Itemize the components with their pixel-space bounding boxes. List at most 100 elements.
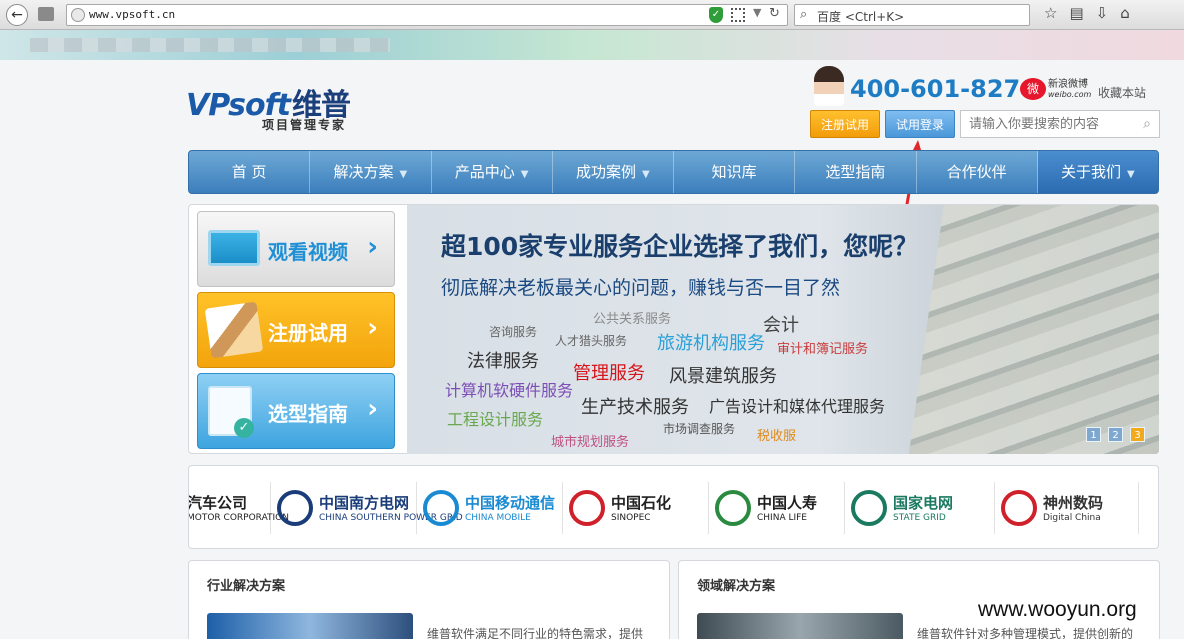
document-check-icon xyxy=(208,386,254,438)
nav-item-label: 产品中心 xyxy=(454,163,515,181)
chevron-down-icon[interactable]: ▼ xyxy=(753,6,761,19)
search-icon[interactable]: ⌕ xyxy=(1143,116,1151,132)
register-trial-side-button[interactable]: 注册试用 › xyxy=(197,292,395,368)
partner-name: 国家电网 xyxy=(893,494,954,512)
domain-thumbnail[interactable] xyxy=(697,613,903,639)
partner-logo-4[interactable]: 中国人寿 CHINA LIFE xyxy=(709,482,845,534)
partner-emblem-icon xyxy=(569,490,605,526)
partner-logo-0[interactable]: 汽车公司 MOTOR CORPORATION xyxy=(189,482,289,534)
selection-guide-button[interactable]: 选型指南 › xyxy=(197,373,395,449)
service-tag: 广告设计和媒体代理服务 xyxy=(709,397,886,416)
partner-logo-5[interactable]: 国家电网 STATE GRID xyxy=(845,482,995,534)
service-tag: 公共关系服务 xyxy=(593,312,672,327)
partner-name: 中国人寿 xyxy=(757,494,818,512)
register-trial-button[interactable]: 注册试用 xyxy=(810,110,880,138)
reload-icon[interactable]: ↻ xyxy=(769,6,780,21)
service-tag: 生产技术服务 xyxy=(581,397,689,418)
partner-logo-6[interactable]: 神州数码 Digital China xyxy=(995,482,1139,534)
partner-emblem-icon xyxy=(277,490,313,526)
chevron-down-icon: ▼ xyxy=(399,169,408,180)
service-tag: 人才猎头服务 xyxy=(555,334,628,348)
favorite-link[interactable]: 收藏本站 xyxy=(1098,84,1146,101)
partner-logo-2[interactable]: 中国移动通信 CHINA MOBILE xyxy=(417,482,563,534)
site-search: ⌕ xyxy=(960,110,1160,138)
home-icon[interactable]: ⌂ xyxy=(1120,4,1142,22)
browser-search-box[interactable]: ⌕ 百度 <Ctrl+K> xyxy=(794,4,1030,26)
chevron-down-icon: ▼ xyxy=(520,169,529,180)
shield-icon[interactable]: ✓ xyxy=(709,7,723,23)
industry-solutions-text: 维普软件满足不同行业的特色需求，提供 xyxy=(427,627,644,639)
slide-pager-dot[interactable]: 1 xyxy=(1086,427,1101,442)
service-tag: 管理服务 xyxy=(573,363,645,384)
domain-solutions-title[interactable]: 领域解决方案 xyxy=(697,575,775,594)
partner-logo-1[interactable]: 中国南方电网 CHINA SOUTHERN POWER GRID xyxy=(271,482,463,534)
watch-video-label: 观看视频 xyxy=(268,240,348,264)
chevron-right-icon: › xyxy=(367,313,378,343)
browser-toolbar: ← www.vpsoft.cn ✓ ▼ ↻ ⌕ 百度 <Ctrl+K> ☆▤⇩⌂ xyxy=(0,0,1184,30)
address-bar[interactable]: www.vpsoft.cn ✓ ▼ ↻ xyxy=(66,4,788,26)
hero-slide[interactable]: 超100家专业服务企业选择了我们，您呢？ 彻底解决老板最关心的问题，赚钱与否一目… xyxy=(407,205,1159,454)
partner-name: 中国南方电网 xyxy=(319,494,410,512)
partner-name-en: CHINA LIFE xyxy=(757,513,807,523)
toolbar-icons: ☆▤⇩⌂ xyxy=(1044,4,1142,22)
weibo-link[interactable]: 新浪微博 weibo.com xyxy=(1048,80,1091,100)
watermark-text: www.wooyun.org xyxy=(978,598,1137,621)
tab-group-icon[interactable] xyxy=(38,7,54,21)
nav-item-7[interactable]: 关于我们 ▼ xyxy=(1037,151,1158,193)
slide-pager-dot[interactable]: 3 xyxy=(1130,427,1145,442)
partner-emblem-icon xyxy=(851,490,887,526)
partner-name-en: SINOPEC xyxy=(611,513,651,523)
selection-guide-label: 选型指南 xyxy=(268,402,348,426)
hotline-number: 400-601-8276 xyxy=(850,75,1037,103)
browser-search-placeholder: 百度 <Ctrl+K> xyxy=(817,10,905,24)
nav-item-4[interactable]: 知识库 xyxy=(674,151,796,193)
partner-name-en: Digital China xyxy=(1043,513,1101,523)
hero-section: 观看视频 › 注册试用 › 选型指南 › 超100家专业服务企业选择了我们，您呢… xyxy=(188,204,1159,454)
register-trial-label: 注册试用 xyxy=(268,321,348,345)
qr-code-icon[interactable] xyxy=(731,8,745,22)
pencil-icon xyxy=(204,301,264,359)
industry-thumbnail[interactable] xyxy=(207,613,413,639)
partner-logo-3[interactable]: 中国石化 SINOPEC xyxy=(563,482,709,534)
url-text: www.vpsoft.cn xyxy=(89,8,176,21)
nav-item-1[interactable]: 解决方案 ▼ xyxy=(310,151,432,193)
site-search-input[interactable] xyxy=(969,112,1139,136)
support-avatar xyxy=(814,66,844,106)
service-tag: 市场调查服务 xyxy=(663,422,736,436)
download-icon[interactable]: ⇩ xyxy=(1096,4,1121,22)
chevron-down-icon: ▼ xyxy=(642,169,650,180)
slide-pager: 123 xyxy=(1079,423,1145,442)
back-arrow-icon[interactable]: ← xyxy=(6,4,28,26)
globe-icon xyxy=(71,8,85,22)
service-tag: 审计和簿记服务 xyxy=(777,342,869,357)
nav-item-6[interactable]: 合作伙伴 xyxy=(917,151,1038,193)
partner-name: 神州数码 xyxy=(1043,494,1104,512)
bookmark-bar xyxy=(0,30,1184,60)
industry-solutions-title[interactable]: 行业解决方案 xyxy=(207,575,285,594)
slide-pager-dot[interactable]: 2 xyxy=(1108,427,1123,442)
nav-item-0[interactable]: 首 页 xyxy=(189,151,311,193)
partner-emblem-icon xyxy=(1001,490,1037,526)
service-tag: 法律服务 xyxy=(467,351,539,372)
reader-icon[interactable]: ▤ xyxy=(1069,4,1095,22)
watch-video-button[interactable]: 观看视频 › xyxy=(197,211,395,287)
nav-item-2[interactable]: 产品中心 ▼ xyxy=(432,151,553,193)
banknotes-image xyxy=(908,205,1159,454)
partner-name-en: STATE GRID xyxy=(893,513,946,523)
nav-item-3[interactable]: 成功案例 ▼ xyxy=(553,151,674,193)
partner-emblem-icon xyxy=(715,490,751,526)
nav-item-label: 选型指南 xyxy=(825,163,886,181)
trial-login-button[interactable]: 试用登录 xyxy=(885,110,955,138)
partner-name: 中国移动通信 xyxy=(465,494,556,512)
service-tag: 城市规划服务 xyxy=(551,435,630,450)
star-icon[interactable]: ☆ xyxy=(1044,4,1069,22)
site-logo[interactable]: VPsoft维普 项目管理专家 xyxy=(186,80,351,132)
nav-item-label: 首 页 xyxy=(231,163,267,181)
chevron-right-icon: › xyxy=(367,394,378,424)
weibo-icon[interactable]: 微 xyxy=(1020,78,1046,100)
service-tag: 税收服 xyxy=(757,429,797,444)
partner-name: 中国石化 xyxy=(611,494,672,512)
partner-emblem-icon xyxy=(423,490,459,526)
partner-logo-strip: 汽车公司 MOTOR CORPORATION 中国南方电网 CHINA SOUTHER… xyxy=(188,465,1159,549)
nav-item-5[interactable]: 选型指南 xyxy=(795,151,917,193)
